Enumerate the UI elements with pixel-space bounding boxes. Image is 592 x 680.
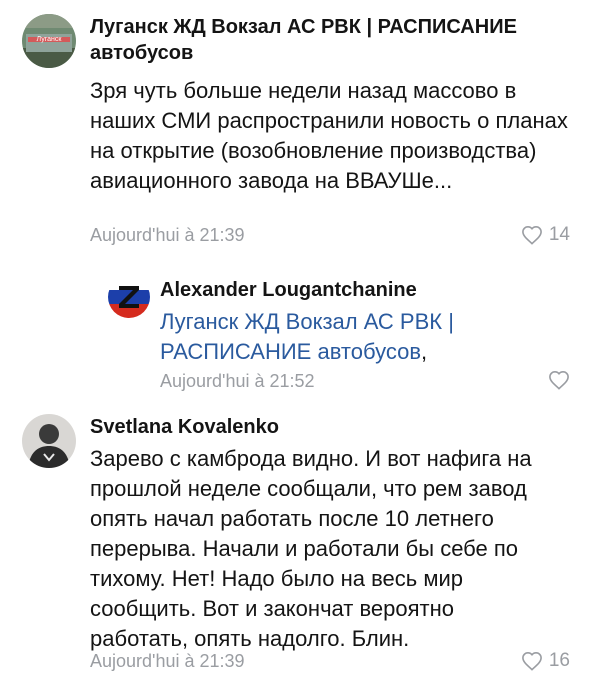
like-count: 14: [548, 224, 570, 245]
comment-author[interactable]: Svetlana Kovalenko: [90, 414, 279, 440]
like-count: 16: [548, 650, 570, 671]
z-flag-avatar-icon: [108, 276, 150, 318]
heart-icon: [521, 225, 542, 245]
avatar[interactable]: [108, 276, 150, 318]
comment-timestamp[interactable]: Aujourd'hui à 21:39: [90, 650, 245, 672]
comment-item: Луганск Луганск ЖД Вокзал АС РВК | РАСПИ…: [0, 0, 592, 250]
reply-author[interactable]: Alexander Lougantchanine: [160, 277, 417, 303]
like-button[interactable]: [548, 370, 570, 390]
comment-timestamp[interactable]: Aujourd'hui à 21:39: [90, 224, 245, 246]
mention-link[interactable]: Луганск ЖД Вокзал АС РВК | РАСПИСАНИЕ ав…: [160, 309, 454, 364]
comment-item: Svetlana Kovalenko Зарево с камброда вид…: [0, 404, 592, 680]
reply-text: Луганск ЖД Вокзал АС РВК | РАСПИСАНИЕ ав…: [160, 307, 500, 367]
avatar[interactable]: [22, 414, 76, 468]
like-button[interactable]: 16: [521, 650, 570, 672]
heart-icon: [549, 370, 569, 390]
bus-station-avatar-icon: Луганск: [22, 14, 76, 68]
comment-author[interactable]: Луганск ЖД Вокзал АС РВК | РАСПИСАНИЕ ав…: [90, 14, 570, 66]
reply-timestamp[interactable]: Aujourd'hui à 21:52: [160, 370, 315, 392]
avatar[interactable]: Луганск: [22, 14, 76, 68]
like-button[interactable]: 14: [521, 224, 570, 246]
svg-text:Луганск: Луганск: [37, 36, 63, 43]
reply-item: Alexander Lougantchanine Луганск ЖД Вокз…: [0, 262, 592, 392]
person-avatar-icon: [22, 414, 76, 468]
comment-text: Зря чуть больше недели назад массово в н…: [90, 78, 568, 193]
heart-icon: [521, 651, 542, 671]
comment-text: Зарево с камброда видно. И вот нафига на…: [90, 446, 532, 651]
mention-suffix: ,: [421, 339, 428, 364]
